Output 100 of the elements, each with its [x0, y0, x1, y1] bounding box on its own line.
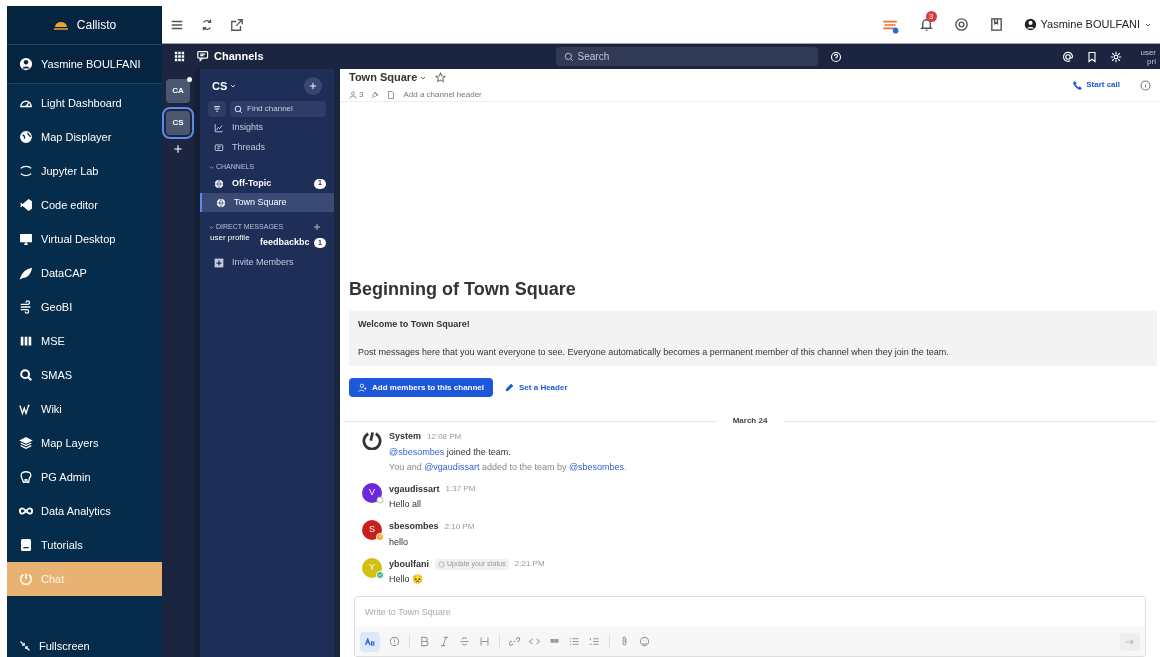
sidebar-item[interactable]: Wiki — [7, 392, 162, 426]
infinity-icon — [19, 504, 33, 518]
info-icon[interactable] — [1140, 79, 1151, 91]
app-grid-icon[interactable] — [174, 51, 185, 62]
system-logo-icon — [362, 430, 382, 450]
channels-title: Channels — [214, 49, 264, 65]
strikethrough-icon[interactable] — [459, 636, 470, 647]
user-avatar[interactable]: V — [362, 482, 382, 503]
alert-icon[interactable] — [389, 636, 400, 647]
avatar-alt-text: user profile — [210, 234, 251, 242]
add-icon[interactable] — [304, 77, 322, 95]
message-author[interactable]: System — [389, 430, 422, 444]
book-icon[interactable] — [988, 17, 1004, 32]
start-call-button[interactable]: Start call — [1073, 79, 1120, 91]
search-input[interactable]: Search — [577, 49, 810, 64]
fullscreen-button[interactable]: Fullscreen — [7, 635, 162, 657]
sidebar-item[interactable]: Virtual Desktop — [7, 222, 162, 256]
collapse-arrows-icon — [19, 640, 31, 652]
emoji-icon[interactable] — [639, 636, 650, 647]
external-link-icon[interactable] — [230, 17, 244, 32]
sidebar-link[interactable]: Threads — [200, 138, 334, 157]
caret-icon — [208, 223, 215, 231]
message-time: 2:10 PM — [444, 520, 475, 533]
member-count-button[interactable]: 3 — [349, 88, 364, 101]
user-icon — [1023, 18, 1037, 31]
bookmark-icon[interactable] — [1086, 50, 1098, 63]
chat-bubbles-icon — [197, 50, 210, 63]
message-time: 12:08 PM — [427, 430, 462, 443]
sidebar-item[interactable]: Light Dashboard — [7, 86, 162, 120]
message-author[interactable]: sbesombes — [389, 520, 439, 534]
message-author[interactable]: vgaudissart — [389, 482, 440, 496]
map-icon — [19, 334, 33, 348]
help-ring-icon[interactable] — [953, 17, 969, 32]
italic-icon[interactable] — [439, 636, 450, 647]
add-user-icon — [358, 383, 367, 392]
sidebar-item[interactable]: PG Admin — [7, 460, 162, 494]
channel-name-button[interactable]: Town Square — [349, 69, 428, 86]
app-logo-text: Callisto — [76, 17, 117, 34]
caret-icon — [229, 82, 238, 90]
sidebar-item[interactable]: SMAS — [7, 358, 162, 392]
numbered-list-icon[interactable] — [589, 636, 600, 647]
file-icon — [387, 90, 396, 99]
link-icon[interactable] — [509, 636, 520, 647]
sidebar-item[interactable]: Map Displayer — [7, 120, 162, 154]
message-text: @sbesombes joined the team. — [389, 445, 512, 459]
add-members-button[interactable]: Add members to this channel — [349, 378, 494, 397]
add-team-icon[interactable] — [172, 143, 184, 155]
settings-icon[interactable] — [1110, 50, 1122, 63]
globe-icon — [19, 130, 33, 144]
bold-icon[interactable] — [419, 636, 430, 647]
sidebar-item[interactable]: Code editor — [7, 188, 162, 222]
bulleted-list-icon[interactable] — [569, 636, 580, 647]
filter-icon[interactable] — [208, 101, 226, 117]
avatar-alt-text[interactable]: user pri — [1134, 47, 1156, 66]
globe-icon — [216, 197, 226, 208]
team-name-button[interactable]: CS — [212, 77, 238, 95]
mention-link[interactable]: @vgaudissart — [424, 461, 480, 472]
book-icon — [19, 538, 33, 552]
sidebar-item[interactable]: Tutorials — [7, 528, 162, 562]
add-dm-icon[interactable] — [312, 222, 322, 232]
mention-icon[interactable] — [1062, 50, 1074, 63]
sidebar-item[interactable]: GeoBI — [7, 290, 162, 324]
sidebar-item[interactable]: Jupyter Lab — [7, 154, 162, 188]
user-icon — [19, 57, 33, 71]
message-text: Hello all — [389, 498, 422, 511]
set-header-link[interactable]: Set a Header — [505, 381, 568, 394]
user-avatar[interactable]: S — [362, 520, 382, 540]
message-composer[interactable]: Write to Town Square — [354, 596, 1146, 657]
sidebar-item[interactable]: Data Analytics — [7, 494, 162, 528]
sidebar-item[interactable]: DataCAP — [7, 256, 162, 290]
phone-icon — [1073, 80, 1083, 90]
team-button[interactable]: CA — [166, 79, 190, 103]
channel-header-placeholder[interactable]: Add a channel header — [403, 88, 482, 101]
channel-item[interactable]: Town Square — [200, 193, 334, 212]
attachment-icon[interactable] — [619, 636, 630, 647]
heading-icon[interactable] — [479, 636, 490, 647]
help-icon[interactable] — [829, 50, 842, 63]
threads-icon — [214, 142, 224, 153]
sidebar-link[interactable]: Insights — [200, 118, 334, 137]
monitor-icon — [19, 232, 33, 246]
format-text-icon[interactable] — [360, 631, 380, 652]
pin-icon[interactable] — [371, 90, 380, 99]
layers-icon — [19, 436, 33, 450]
user-name: Yasmine BOULFANI — [41, 56, 141, 72]
find-channel-field[interactable]: Find channel — [230, 101, 326, 117]
star-icon[interactable] — [435, 72, 447, 83]
search-field[interactable]: Search — [555, 47, 818, 66]
invite-members-button[interactable]: Invite Members — [200, 254, 334, 272]
mention-link[interactable]: @sbesombes — [389, 446, 445, 457]
user-menu-button[interactable]: Yasmine BOULFANI — [1023, 16, 1152, 33]
message-author[interactable]: yboulfani — [389, 557, 429, 571]
sidebar-item[interactable]: MSE — [7, 324, 162, 358]
bell-icon[interactable] — [918, 17, 934, 32]
refresh-icon[interactable] — [200, 17, 214, 32]
wiki-icon — [19, 402, 33, 416]
sidebar-item[interactable]: Map Layers — [7, 426, 162, 460]
find-channel-input[interactable]: Find channel — [247, 103, 322, 115]
wind-icon — [19, 300, 33, 314]
message-input[interactable]: Write to Town Square — [355, 597, 1145, 627]
search-icon — [19, 368, 33, 382]
